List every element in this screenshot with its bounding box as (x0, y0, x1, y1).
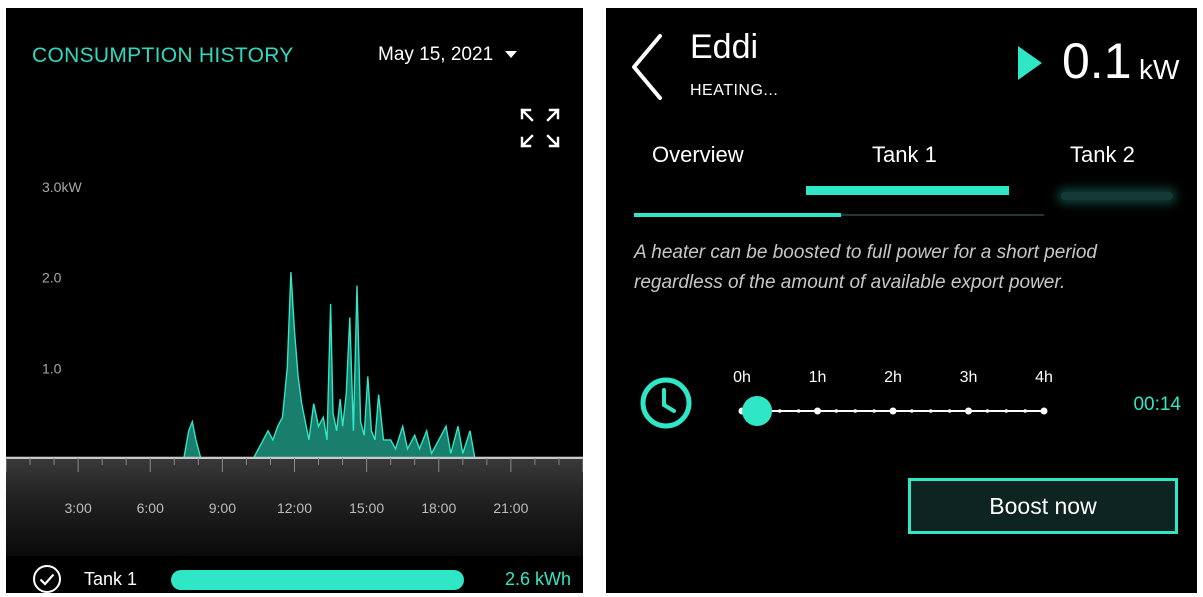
slider-label: 3h (960, 369, 978, 386)
check-circle-icon[interactable] (32, 564, 62, 593)
slider-major-tick (889, 407, 897, 415)
device-name: Eddi (690, 28, 759, 66)
slider-minor-tick (985, 409, 990, 413)
x-tick-label: 9:00 (209, 500, 236, 516)
slider-major-tick (965, 407, 972, 415)
device-status: HEATING... (690, 82, 779, 99)
slider-label: 2h (884, 369, 902, 386)
eddi-device-panel: Eddi HEATING... 0.1 kW Overview Tank 1 T… (606, 8, 1197, 593)
slider-minor-tick (1004, 409, 1009, 413)
slider-minor-tick (777, 409, 782, 413)
boost-duration-slider[interactable]: 0h 1h 2h 3h 4h (732, 358, 1062, 428)
x-tick-label: 6:00 (137, 500, 164, 516)
tab-tank-2[interactable]: Tank 2 (1070, 142, 1135, 168)
x-tick-label: 21:00 (493, 500, 528, 516)
slider-label: 0h (733, 369, 751, 386)
y-tick-label: 1.0 (42, 360, 62, 376)
slider-thumb[interactable] (742, 396, 773, 426)
slider-minor-tick (796, 409, 801, 413)
play-icon (1018, 46, 1042, 80)
legend-label: Tank 1 (84, 569, 138, 589)
slider-label: 1h (809, 369, 827, 386)
slider-label: 4h (1035, 369, 1053, 386)
consumption-history-panel: CONSUMPTION HISTORY May 15, 2021 3.0kW 2.… (6, 8, 583, 593)
consumption-chart: 3.0kW 2.0 1.0 3:00 6:00 9:00 12:00 15:00 18:00 21… (6, 179, 583, 516)
tabs-scroll-indicator (634, 213, 841, 217)
power-unit: kW (1139, 54, 1180, 85)
x-tick-label: 15:00 (349, 500, 384, 516)
boost-time: 00:14 (1133, 394, 1181, 415)
y-tick-label: 2.0 (42, 270, 62, 286)
legend-bar (171, 570, 464, 590)
legend-value: 2.6 kWh (504, 569, 571, 589)
slider-minor-tick (910, 409, 914, 413)
slider-minor-tick (853, 409, 858, 413)
boost-now-button[interactable]: Boost now (908, 478, 1178, 534)
y-tick-label: 3.0kW (42, 179, 82, 195)
x-tick-label: 12:00 (277, 500, 312, 516)
x-tick-label: 18:00 (421, 500, 456, 516)
tab-2-indicator (1061, 192, 1173, 200)
boost-description: A heater can be boosted to full power fo… (634, 242, 1097, 293)
slider-minor-tick (928, 409, 933, 413)
back-chevron-icon[interactable] (628, 32, 666, 102)
tab-tank-1[interactable]: Tank 1 (872, 142, 937, 168)
tab-overview[interactable]: Overview (652, 142, 744, 168)
clock-icon (640, 377, 692, 429)
power-value: 0.1 (1062, 33, 1132, 89)
x-tick-label: 3:00 (65, 500, 92, 516)
slider-minor-tick (834, 409, 839, 413)
slider-minor-tick (947, 409, 952, 413)
legend: Tank 1 2.6 kWh (6, 556, 583, 593)
series-area (6, 272, 583, 458)
slider-major-tick (814, 407, 821, 415)
slider-minor-tick (872, 409, 876, 413)
slider-minor-tick (1023, 409, 1027, 413)
slider-major-tick (1040, 407, 1048, 415)
active-tab-indicator (806, 186, 1009, 195)
